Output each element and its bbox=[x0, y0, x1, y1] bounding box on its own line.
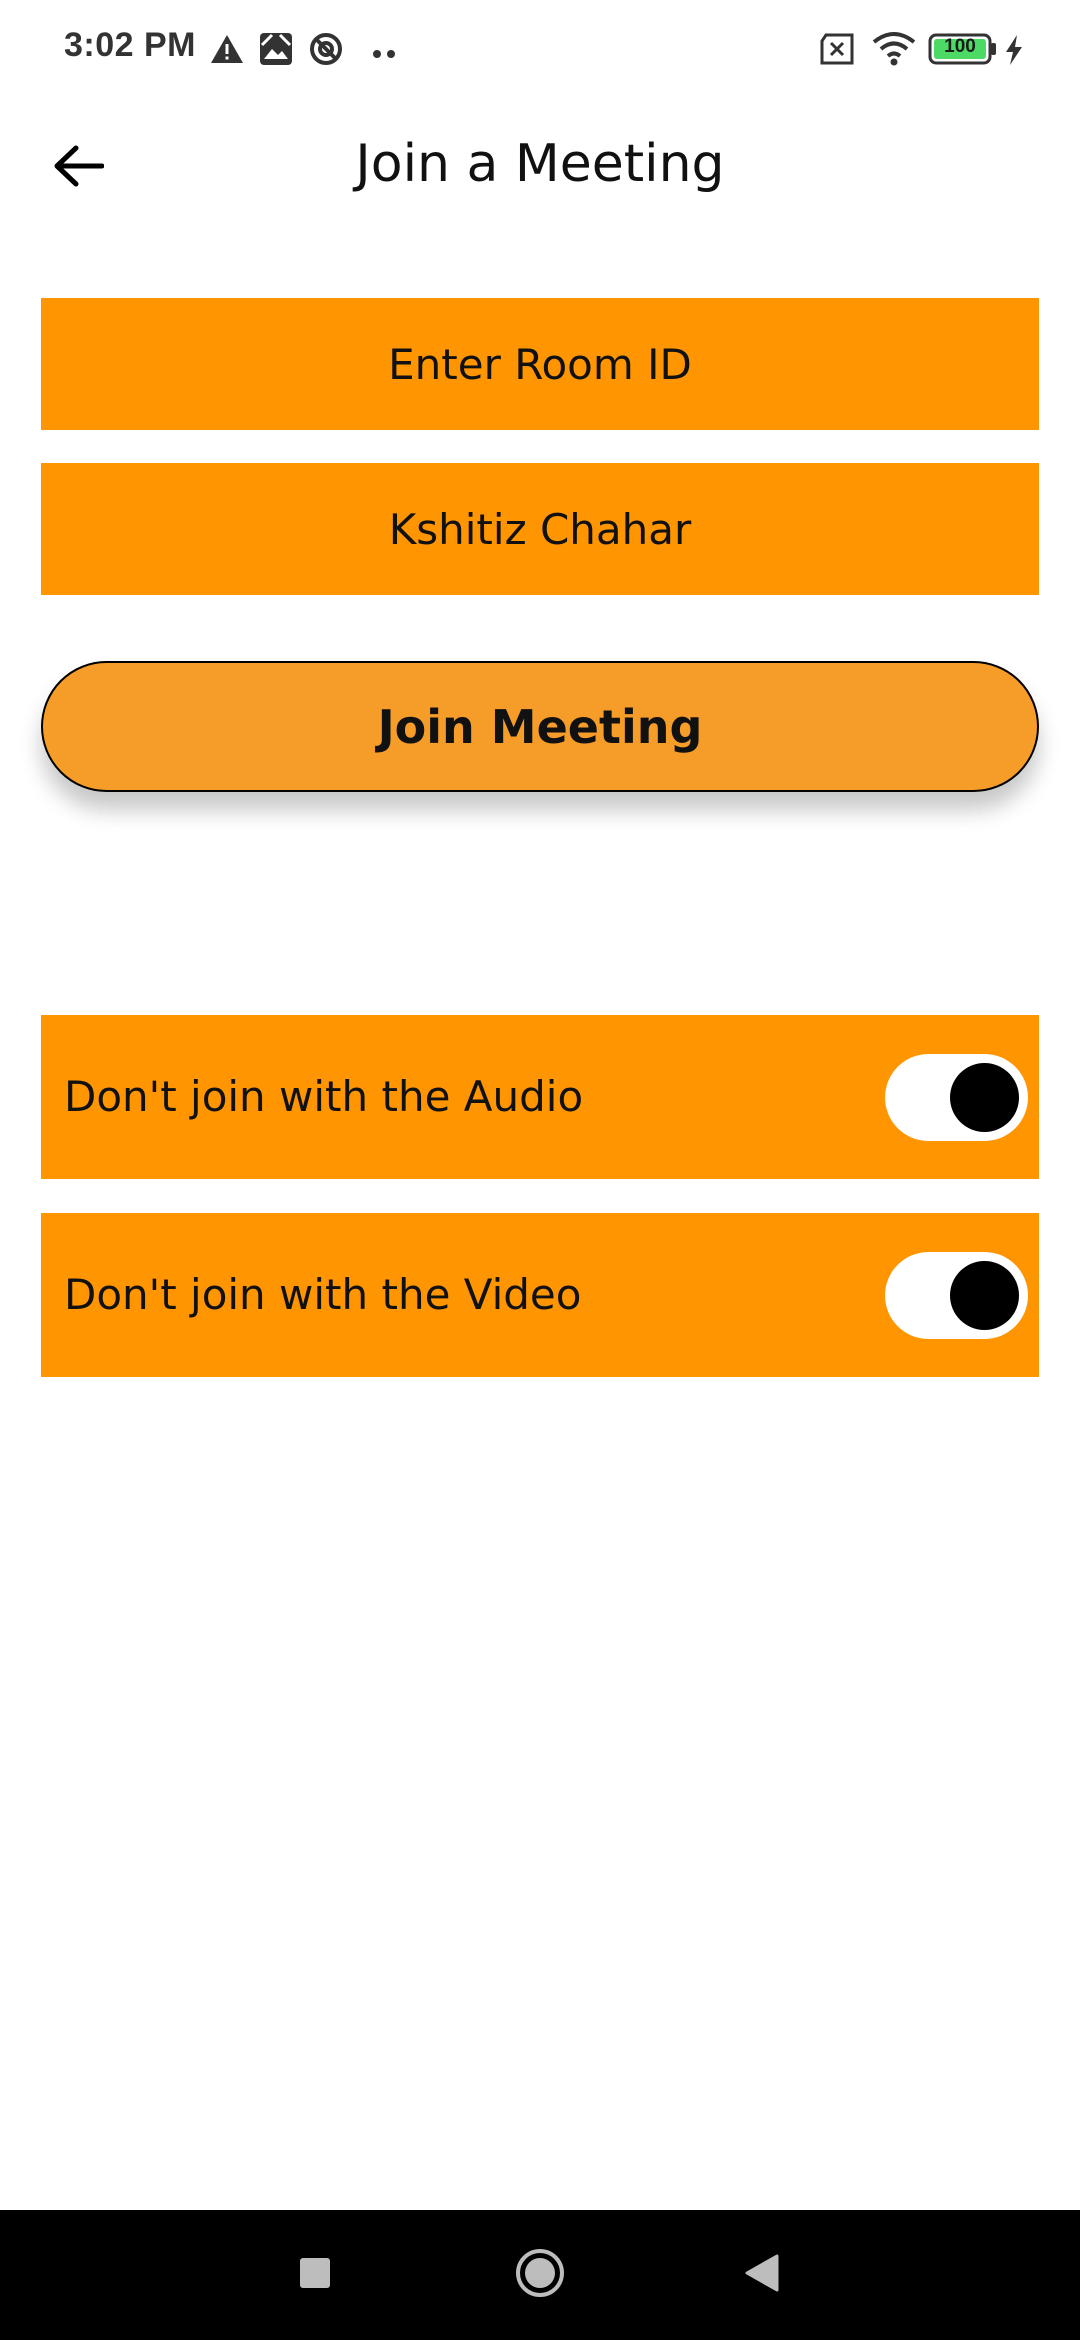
recents-square-icon bbox=[298, 2256, 332, 2294]
photo-icon bbox=[258, 31, 294, 71]
join-meeting-screen: 3:02 PM 100 Join a Meeting Enter Room ID… bbox=[0, 0, 1080, 2340]
warning-icon bbox=[210, 34, 244, 68]
audio-option-row: Don't join with the Audio bbox=[41, 1015, 1039, 1179]
status-time: 3:02 PM bbox=[64, 26, 196, 64]
wifi-icon bbox=[872, 30, 916, 72]
system-nav-bar bbox=[0, 2210, 1080, 2340]
home-circle-icon bbox=[514, 2247, 566, 2303]
back-triangle-icon bbox=[743, 2253, 781, 2297]
audio-option-label: Don't join with the Audio bbox=[64, 1072, 584, 1121]
more-dots-icon bbox=[372, 44, 396, 63]
video-option-label: Don't join with the Video bbox=[64, 1270, 582, 1319]
name-input[interactable] bbox=[41, 463, 1039, 595]
battery-icon: 100 bbox=[928, 33, 998, 69]
join-meeting-button[interactable]: Join Meeting bbox=[41, 661, 1039, 792]
vpn-icon bbox=[308, 31, 344, 71]
video-option-row: Don't join with the Video bbox=[41, 1213, 1039, 1377]
page-title: Join a Meeting bbox=[355, 134, 725, 194]
battery-level: 100 bbox=[944, 36, 976, 57]
switch-thumb bbox=[950, 1261, 1019, 1330]
switch-thumb bbox=[950, 1063, 1019, 1132]
room-id-input[interactable] bbox=[41, 298, 1039, 430]
audio-toggle-switch[interactable] bbox=[885, 1054, 1028, 1141]
app-bar: Join a Meeting bbox=[0, 100, 1080, 235]
no-sim-icon bbox=[818, 33, 856, 69]
video-toggle-switch[interactable] bbox=[885, 1252, 1028, 1339]
home-button[interactable] bbox=[500, 2235, 580, 2315]
charging-icon bbox=[1004, 34, 1024, 70]
back-nav-button[interactable] bbox=[722, 2235, 802, 2315]
recents-button[interactable] bbox=[275, 2235, 355, 2315]
status-bar: 3:02 PM 100 bbox=[0, 0, 1080, 100]
